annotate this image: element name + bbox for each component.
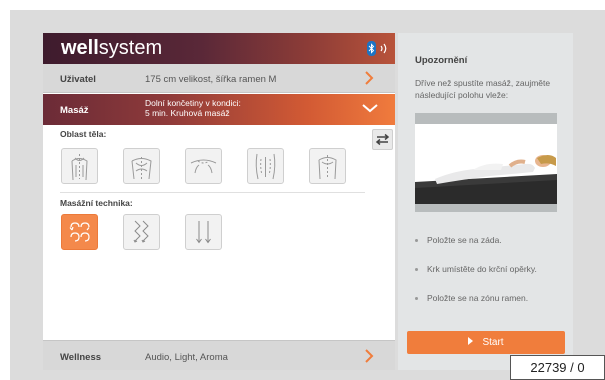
user-row[interactable]: Uživatel 175 cm velikost, šířka ramen M <box>43 64 395 93</box>
swap-arrows-icon <box>375 133 390 146</box>
upper-back-icon <box>131 157 152 180</box>
massage-label: Masáž <box>60 105 89 116</box>
body-area-hips-button[interactable] <box>247 148 284 184</box>
zigzag-massage-icon <box>133 220 149 243</box>
list-item: Krk umístěte do krční opěrky. <box>415 264 537 274</box>
wellness-row[interactable]: Wellness Audio, Light, Aroma <box>43 340 395 370</box>
chevron-right-icon[interactable] <box>363 70 375 86</box>
swap-button[interactable] <box>372 129 393 150</box>
position-photo <box>415 113 557 212</box>
wellness-value: Audio, Light, Aroma <box>145 352 228 363</box>
body-area-full-back-button[interactable] <box>309 148 346 184</box>
user-value: 175 cm velikost, šířka ramen M <box>145 74 277 85</box>
signal-waves-icon <box>380 43 387 54</box>
list-item: Položte se na zónu ramen. <box>415 293 528 303</box>
body-area-shoulders-button[interactable] <box>185 148 222 184</box>
wellsystem-logo: wellsystem <box>61 37 163 59</box>
warning-text: Dříve než spustíte masáž, zaujměte násle… <box>415 78 551 100</box>
bluetooth-icon[interactable] <box>367 41 376 56</box>
warning-sidebar: Upozornění Dříve než spustíte masáž, zau… <box>398 33 573 370</box>
warning-title: Upozornění <box>415 55 468 66</box>
technique-zigzag-button[interactable] <box>123 214 160 250</box>
person-lying-illustration <box>415 155 557 204</box>
technique-title: Masážní technika: <box>60 198 133 208</box>
full-back-icon <box>318 155 337 180</box>
technique-linear-button[interactable] <box>185 214 222 250</box>
body-area-neck-back-button[interactable] <box>61 148 98 184</box>
user-label: Uživatel <box>60 74 96 85</box>
app-header: wellsystem <box>43 33 395 64</box>
shoulders-icon <box>190 159 217 174</box>
body-area-upper-back-button[interactable] <box>123 148 160 184</box>
circular-massage-icon <box>69 222 90 242</box>
main-panel: wellsystem Uživatel 175 cm velikost, šíř… <box>43 33 395 370</box>
massage-value: Dolní končetiny v kondici: 5 min. Kruhov… <box>145 98 241 118</box>
linear-massage-icon <box>196 221 211 244</box>
neck-back-icon <box>71 154 88 181</box>
play-icon <box>468 337 474 345</box>
document-id-label: 22739 / 0 <box>510 355 605 380</box>
start-button[interactable]: Start <box>407 331 565 354</box>
list-item: Položte se na záda. <box>415 235 502 245</box>
chevron-down-icon[interactable] <box>361 101 379 115</box>
body-area-title: Oblast těla: <box>60 129 107 139</box>
wellness-label: Wellness <box>60 352 102 363</box>
chevron-right-icon[interactable] <box>363 348 375 364</box>
section-divider <box>60 192 365 193</box>
technique-circular-button[interactable] <box>61 214 98 250</box>
hips-icon <box>255 153 276 180</box>
massage-row[interactable]: Masáž Dolní končetiny v kondici: 5 min. … <box>43 94 395 125</box>
